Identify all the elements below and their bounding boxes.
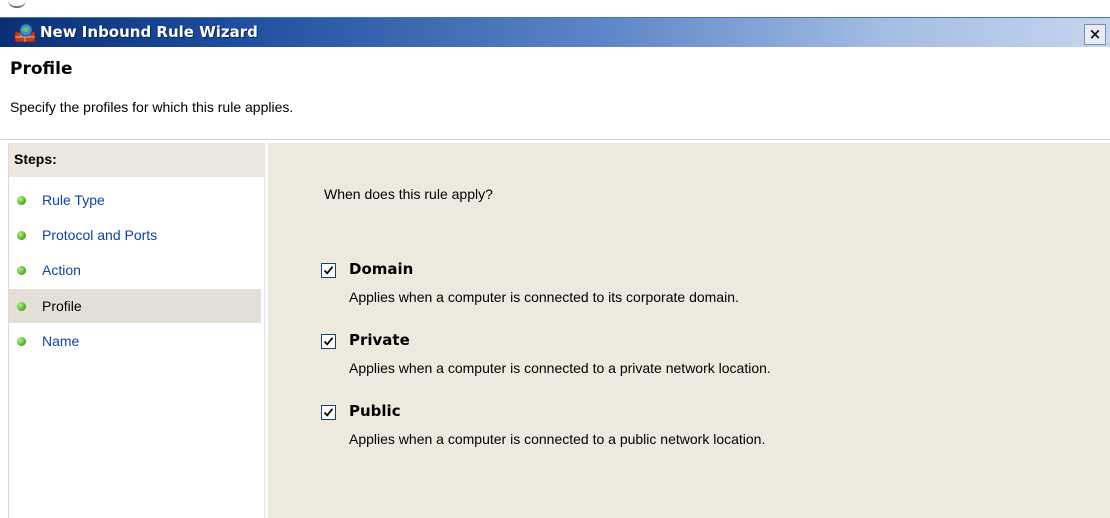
close-icon: × xyxy=(1088,25,1102,43)
step-profile[interactable]: Profile xyxy=(9,289,261,323)
steps-panel: Steps: Rule Type Protocol and Ports Acti… xyxy=(8,143,265,518)
step-status-icon xyxy=(17,336,26,346)
question-label: When does this rule apply? xyxy=(324,186,493,202)
public-checkbox[interactable] xyxy=(321,405,336,420)
step-label: Action xyxy=(42,262,81,278)
step-status-icon xyxy=(17,265,26,275)
page-title: Profile xyxy=(10,59,73,79)
step-name[interactable]: Name xyxy=(9,324,261,358)
steps-header-label: Steps: xyxy=(14,151,57,167)
step-rule-type[interactable]: Rule Type xyxy=(9,183,261,217)
step-protocol-and-ports[interactable]: Protocol and Ports xyxy=(9,218,261,252)
private-label[interactable]: Private xyxy=(349,331,410,349)
private-description: Applies when a computer is connected to … xyxy=(349,360,771,376)
wizard-header: Profile Specify the profiles for which t… xyxy=(0,47,1110,140)
title-bar[interactable]: New Inbound Rule Wizard × xyxy=(0,17,1110,48)
step-status-icon xyxy=(17,195,26,205)
firewall-icon xyxy=(14,23,36,43)
public-label[interactable]: Public xyxy=(349,402,401,420)
step-label: Protocol and Ports xyxy=(42,227,158,243)
window-title: New Inbound Rule Wizard xyxy=(40,23,258,41)
wizard-window: New Inbound Rule Wizard × Profile Specif… xyxy=(0,0,1110,518)
step-action[interactable]: Action xyxy=(9,253,261,287)
private-checkbox[interactable] xyxy=(321,334,336,349)
public-description: Applies when a computer is connected to … xyxy=(349,431,766,447)
check-icon xyxy=(323,408,334,417)
check-icon xyxy=(323,266,334,275)
step-label: Name xyxy=(42,333,80,349)
check-icon xyxy=(323,337,334,346)
domain-description: Applies when a computer is connected to … xyxy=(349,289,739,305)
page-subtitle: Specify the profiles for which this rule… xyxy=(10,99,294,115)
step-label: Rule Type xyxy=(42,192,105,208)
window-top-edge xyxy=(0,0,1110,17)
steps-header: Steps: xyxy=(9,143,265,177)
step-label: Profile xyxy=(42,298,82,314)
domain-label[interactable]: Domain xyxy=(349,260,413,278)
step-status-icon xyxy=(17,230,26,240)
domain-checkbox[interactable] xyxy=(321,263,336,278)
window-corner-decoration xyxy=(8,0,26,8)
content-panel: When does this rule apply? Domain Applie… xyxy=(268,143,1110,518)
close-button[interactable]: × xyxy=(1084,24,1106,45)
step-status-icon xyxy=(17,301,26,311)
